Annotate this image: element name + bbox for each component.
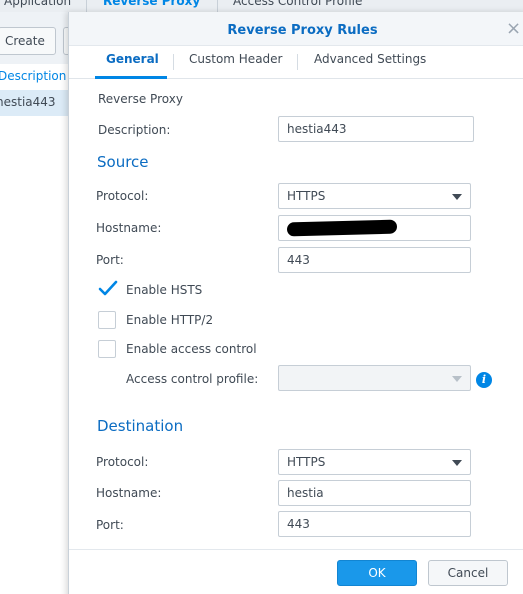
access-control-profile-select[interactable]: [278, 365, 471, 391]
destination-hostname-input[interactable]: hestia: [278, 480, 471, 506]
source-port-input[interactable]: 443: [278, 247, 471, 273]
description-input[interactable]: hestia443: [278, 116, 474, 142]
background-tab-bar: Application Reverse Proxy Access Control…: [0, 0, 523, 12]
enable-access-control-label: Enable access control: [126, 342, 257, 356]
enable-access-control-checkbox[interactable]: [98, 340, 116, 358]
source-protocol-label: Protocol:: [96, 189, 149, 203]
footer-divider: [69, 549, 523, 550]
description-label: Description:: [98, 123, 171, 137]
source-hostname-input[interactable]: [278, 215, 471, 241]
tab-access-control-profile[interactable]: Access Control Profile: [233, 0, 362, 8]
tab-divider: [217, 0, 218, 12]
row-description: hestia443: [0, 95, 56, 109]
tab-divider: [86, 0, 87, 12]
cancel-button[interactable]: Cancel: [428, 560, 508, 586]
source-heading: Source: [97, 153, 149, 171]
close-icon[interactable]: ×: [506, 20, 521, 38]
destination-heading: Destination: [97, 417, 184, 435]
enable-hsts-checkbox[interactable]: [98, 280, 118, 298]
source-protocol-value: HTTPS: [287, 189, 326, 203]
chevron-down-icon: [452, 376, 462, 382]
rules-list: [0, 64, 68, 594]
destination-hostname-label: Hostname:: [96, 486, 162, 500]
tab-advanced-settings[interactable]: Advanced Settings: [314, 52, 426, 66]
create-button[interactable]: Create: [0, 27, 56, 55]
reverse-proxy-rules-dialog: Reverse Proxy Rules × General Custom Hea…: [68, 12, 523, 594]
dialog-header: Reverse Proxy Rules ×: [69, 12, 523, 46]
check-icon: [98, 280, 118, 296]
destination-protocol-value: HTTPS: [287, 455, 326, 469]
info-icon[interactable]: i: [476, 372, 492, 388]
dialog-title: Reverse Proxy Rules: [227, 23, 378, 38]
source-protocol-select[interactable]: HTTPS: [278, 183, 471, 209]
source-port-label: Port:: [96, 253, 124, 267]
ok-button[interactable]: OK: [337, 560, 417, 586]
column-header-description[interactable]: Description: [0, 69, 66, 83]
access-control-profile-label: Access control profile:: [126, 372, 259, 386]
destination-port-label: Port:: [96, 518, 124, 532]
redaction-mark: [286, 219, 398, 237]
dialog-tabs: General Custom Header Advanced Settings: [69, 46, 523, 79]
chevron-down-icon: [452, 460, 462, 466]
active-tab-indicator: [95, 76, 167, 79]
tab-application[interactable]: Application: [4, 0, 71, 8]
destination-protocol-label: Protocol:: [96, 455, 149, 469]
tab-divider: [297, 54, 298, 70]
destination-port-input[interactable]: 443: [278, 511, 471, 537]
enable-hsts-label: Enable HSTS: [126, 283, 203, 297]
chevron-down-icon: [452, 194, 462, 200]
tab-custom-header[interactable]: Custom Header: [189, 52, 282, 66]
tab-divider: [173, 54, 174, 70]
enable-http2-checkbox[interactable]: [98, 311, 116, 329]
source-hostname-label: Hostname:: [96, 221, 162, 235]
table-row[interactable]: hestia443: [0, 90, 68, 116]
destination-protocol-select[interactable]: HTTPS: [278, 449, 471, 475]
tab-general[interactable]: General: [106, 52, 159, 66]
tab-reverse-proxy[interactable]: Reverse Proxy: [103, 0, 200, 8]
enable-http2-label: Enable HTTP/2: [126, 313, 214, 327]
reverse-proxy-heading: Reverse Proxy: [98, 92, 183, 106]
